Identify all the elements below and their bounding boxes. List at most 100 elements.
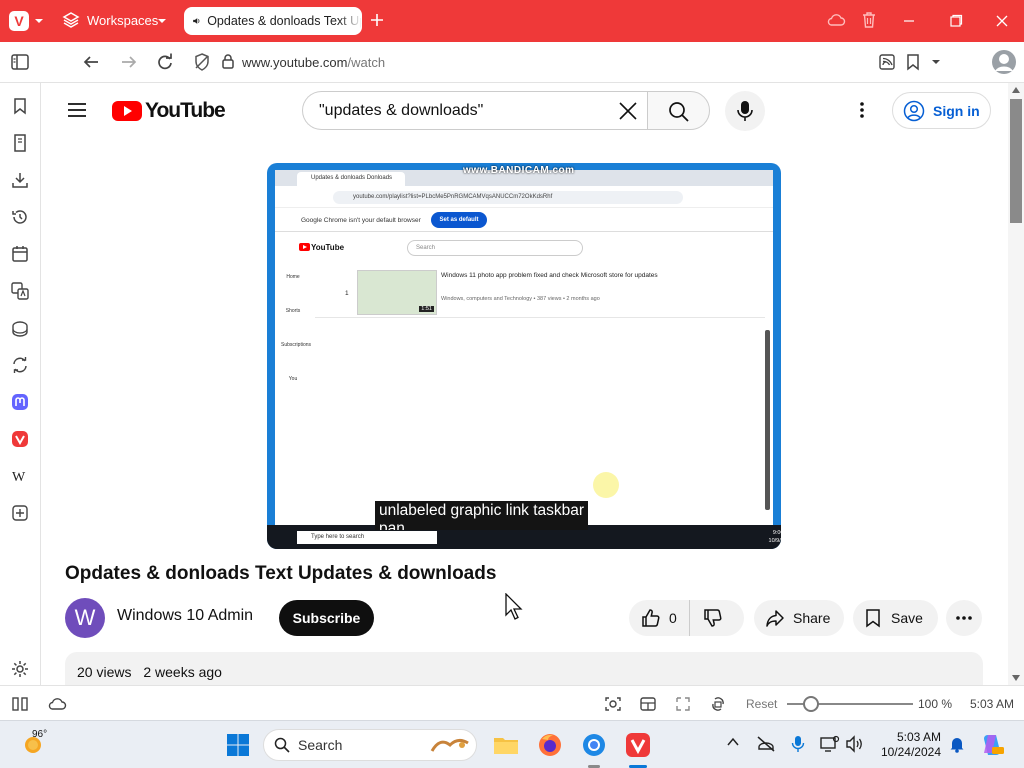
active-tab[interactable]: Opdates & donloads Text Updates & downlo…: [184, 7, 362, 35]
video-frame-cursor-highlight: [593, 472, 619, 498]
clear-search-icon[interactable]: [618, 101, 638, 121]
chrome-icon[interactable]: [580, 731, 608, 759]
page-scrollbar[interactable]: [1008, 83, 1024, 685]
scroll-up-arrow[interactable]: [1012, 87, 1020, 93]
description-box[interactable]: 20 views 2 weeks ago: [65, 652, 983, 685]
tracker-block-icon[interactable]: [192, 52, 212, 72]
wikipedia-icon[interactable]: W: [10, 466, 30, 486]
add-panel-icon[interactable]: [10, 503, 30, 523]
downloads-icon[interactable]: [10, 170, 30, 190]
windows-taskbar: 96° Search 5:03 AM 10/24/2024: [0, 720, 1024, 768]
video-frame-scrollbar: [765, 330, 770, 510]
capture-icon[interactable]: [604, 695, 622, 713]
close-window-icon[interactable]: [995, 14, 1009, 28]
search-icon: [669, 102, 689, 122]
voice-search-button[interactable]: [725, 91, 765, 131]
windows-search-box[interactable]: Search: [263, 729, 477, 761]
status-sync-cloud-icon[interactable]: [46, 695, 68, 713]
mastodon-icon[interactable]: [10, 392, 30, 412]
taskbar-time: 5:03 AM: [896, 730, 941, 744]
save-label: Save: [891, 610, 923, 626]
restore-icon[interactable]: [949, 14, 963, 28]
zoom-slider-knob[interactable]: [803, 696, 819, 712]
volume-icon[interactable]: [845, 735, 865, 753]
scrollbar-thumb[interactable]: [1010, 99, 1022, 223]
file-explorer-icon[interactable]: [492, 731, 520, 759]
image-toggle-icon[interactable]: [709, 695, 727, 713]
network-offline-icon[interactable]: [756, 735, 776, 753]
video-frame-row-thumbnail: 1:51: [357, 270, 437, 315]
window-panel-icon[interactable]: [10, 318, 30, 338]
show-hidden-icons-icon[interactable]: [726, 735, 740, 749]
copilot-icon[interactable]: [980, 733, 1004, 757]
reader-view-icon[interactable]: [878, 52, 896, 72]
microphone-tray-icon[interactable]: [791, 735, 805, 753]
bookmark-icon[interactable]: [905, 52, 921, 72]
share-button[interactable]: Share: [754, 600, 844, 636]
video-captions: unlabeled graphic link taskbar pan: [375, 501, 589, 530]
like-dislike-group: 0: [629, 600, 744, 636]
settings-more-icon[interactable]: [859, 101, 865, 119]
firefox-icon[interactable]: [536, 731, 564, 759]
video-frame-row-title: Windows 11 photo app problem fixed and c…: [441, 272, 658, 279]
hamburger-menu-icon[interactable]: [67, 102, 87, 118]
video-player[interactable]: Updates & donloads Donloads youtube.com/…: [267, 163, 781, 549]
youtube-play-icon: [112, 101, 142, 121]
dislike-button[interactable]: [690, 608, 723, 628]
tiling-icon[interactable]: [639, 695, 657, 713]
vivaldi-taskbar-icon[interactable]: [624, 731, 652, 759]
thumbs-down-icon: [704, 609, 722, 627]
scroll-down-arrow[interactable]: [1012, 675, 1020, 681]
reading-list-icon[interactable]: [10, 133, 30, 153]
search-input[interactable]: "updates & downloads": [302, 91, 648, 130]
workspaces-icon[interactable]: [62, 11, 80, 29]
vivaldi-icon[interactable]: [10, 429, 30, 449]
page-actions-icon[interactable]: [674, 695, 692, 713]
history-icon[interactable]: [10, 207, 30, 227]
settings-gear-icon[interactable]: [10, 659, 30, 679]
minimize-icon[interactable]: [902, 14, 916, 28]
chevron-down-icon[interactable]: [34, 14, 44, 28]
speaker-icon[interactable]: [192, 14, 200, 28]
back-icon[interactable]: [81, 52, 101, 72]
lock-icon[interactable]: [220, 52, 236, 72]
notes-calendar-icon[interactable]: [10, 244, 30, 264]
vivaldi-menu-icon[interactable]: V: [9, 11, 29, 31]
reload-icon[interactable]: [155, 52, 175, 72]
forward-icon[interactable]: [119, 52, 139, 72]
taskbar-clock[interactable]: 5:03 AM 10/24/2024: [875, 730, 941, 760]
notification-bell-icon[interactable]: [949, 735, 965, 753]
more-actions-button[interactable]: [946, 600, 982, 636]
search-button[interactable]: [647, 91, 710, 130]
youtube-logo[interactable]: YouTube: [112, 99, 226, 123]
save-button[interactable]: Save: [853, 600, 938, 636]
video-frame-youtube-wordmark: YouTube: [311, 243, 345, 252]
profile-avatar-icon[interactable]: [991, 49, 1017, 75]
trash-icon[interactable]: [861, 11, 877, 29]
search-highlight-icon: [430, 738, 469, 752]
panel-layout-icon[interactable]: [11, 695, 29, 713]
channel-avatar[interactable]: W: [65, 598, 105, 638]
video-frame-infobar: Google Chrome isn't your default browser…: [275, 208, 773, 232]
url-field[interactable]: www.youtube.com/watch: [242, 55, 385, 70]
channel-name[interactable]: Windows 10 Admin: [117, 607, 253, 625]
subscribe-button[interactable]: Subscribe: [279, 600, 374, 636]
browser-status-bar: Reset 100 % 5:03 AM: [0, 685, 1024, 720]
dropdown-icon[interactable]: [929, 52, 943, 72]
workspaces-chevron-icon[interactable]: [157, 14, 167, 28]
zoom-reset-button[interactable]: Reset: [746, 697, 777, 711]
display-tray-icon[interactable]: [820, 735, 840, 753]
workspaces-label[interactable]: Workspaces: [87, 13, 158, 28]
new-tab-icon[interactable]: [369, 12, 385, 28]
sync-cloud-icon[interactable]: [826, 12, 846, 28]
panel-toggle-icon[interactable]: [10, 52, 30, 72]
like-button[interactable]: 0: [629, 600, 690, 636]
sign-in-label: Sign in: [933, 102, 980, 119]
sign-in-button[interactable]: Sign in: [892, 92, 991, 129]
weather-widget[interactable]: 96°: [22, 729, 47, 756]
more-dots-icon: [956, 616, 972, 620]
start-windows-icon[interactable]: [226, 733, 250, 757]
bookmarks-panel-icon[interactable]: [10, 96, 30, 116]
translate-icon[interactable]: [10, 281, 30, 301]
sync-panel-icon[interactable]: [10, 355, 30, 375]
